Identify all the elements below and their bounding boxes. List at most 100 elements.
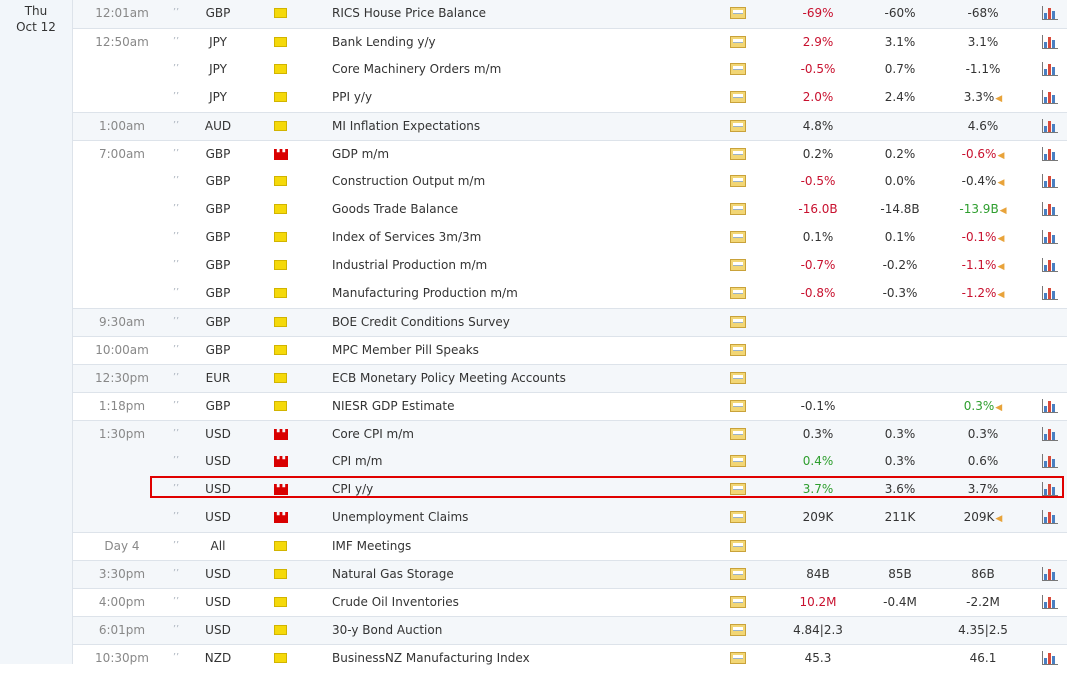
- details-cell[interactable]: [730, 309, 750, 337]
- speaker-icon[interactable]: ’’: [172, 196, 180, 224]
- details-cell[interactable]: [730, 56, 750, 84]
- event-name[interactable]: GDP m/m: [332, 141, 389, 169]
- speaker-icon[interactable]: ’’: [172, 448, 180, 476]
- speaker-icon[interactable]: ’’: [172, 421, 180, 449]
- event-row[interactable]: 1:00am ’’ AUD MI Inflation Expectations 4.8%…: [73, 112, 1067, 140]
- revised-indicator-icon[interactable]: ◀: [997, 151, 1004, 161]
- event-row[interactable]: ’’ JPY Core Machinery Orders m/m -0.5% 0.7% -…: [73, 56, 1067, 84]
- bar-chart-icon[interactable]: [1042, 62, 1058, 76]
- event-row[interactable]: 1:30pm ’’ USD Core CPI m/m 0.3% 0.3% 0.3%: [73, 420, 1067, 448]
- event-row[interactable]: ’’ USD CPI y/y 3.7% 3.6% 3.7%: [73, 476, 1067, 504]
- speaker-icon[interactable]: ’’: [172, 504, 180, 532]
- event-name[interactable]: BusinessNZ Manufacturing Index: [332, 645, 530, 673]
- speaker-icon[interactable]: ’’: [172, 309, 180, 337]
- bar-chart-icon[interactable]: [1042, 595, 1058, 609]
- event-row[interactable]: 10:30pm ’’ NZD BusinessNZ Manufacturing Ind…: [73, 644, 1067, 672]
- folder-details-icon[interactable]: [730, 652, 746, 664]
- revised-indicator-icon[interactable]: ◀: [995, 514, 1002, 524]
- bar-chart-icon[interactable]: [1042, 399, 1058, 413]
- folder-details-icon[interactable]: [730, 568, 746, 580]
- folder-details-icon[interactable]: [730, 596, 746, 608]
- bar-chart-icon[interactable]: [1042, 258, 1058, 272]
- event-name[interactable]: Crude Oil Inventories: [332, 589, 459, 617]
- bar-chart-icon[interactable]: [1042, 651, 1058, 665]
- event-name[interactable]: ECB Monetary Policy Meeting Accounts: [332, 365, 566, 393]
- event-name[interactable]: Bank Lending y/y: [332, 29, 436, 57]
- event-row[interactable]: ’’ GBP Goods Trade Balance -16.0B -14.8B -13.…: [73, 196, 1067, 224]
- details-cell[interactable]: [730, 617, 750, 645]
- chart-cell[interactable]: [1042, 56, 1060, 84]
- bar-chart-icon[interactable]: [1042, 286, 1058, 300]
- folder-details-icon[interactable]: [730, 63, 746, 75]
- revised-indicator-icon[interactable]: ◀: [997, 234, 1004, 244]
- speaker-icon[interactable]: ’’: [172, 337, 180, 365]
- chart-cell[interactable]: [1042, 561, 1060, 589]
- details-cell[interactable]: [730, 448, 750, 476]
- revised-indicator-icon[interactable]: ◀: [995, 94, 1002, 104]
- speaker-icon[interactable]: ’’: [172, 252, 180, 280]
- folder-details-icon[interactable]: [730, 175, 746, 187]
- event-row[interactable]: ’’ USD Unemployment Claims 209K 211K 209K◀: [73, 504, 1067, 532]
- details-cell[interactable]: [730, 561, 750, 589]
- chart-cell[interactable]: [1042, 196, 1060, 224]
- folder-details-icon[interactable]: [730, 203, 746, 215]
- details-cell[interactable]: [730, 168, 750, 196]
- details-cell[interactable]: [730, 645, 750, 673]
- event-row[interactable]: 7:00am ’’ GBP GDP m/m 0.2% 0.2% -0.6%◀: [73, 140, 1067, 168]
- event-name[interactable]: MPC Member Pill Speaks: [332, 337, 479, 365]
- speaker-icon[interactable]: ’’: [172, 0, 180, 28]
- event-name[interactable]: Natural Gas Storage: [332, 561, 454, 589]
- details-cell[interactable]: [730, 589, 750, 617]
- folder-details-icon[interactable]: [730, 120, 746, 132]
- revised-indicator-icon[interactable]: ◀: [997, 262, 1004, 272]
- details-cell[interactable]: [730, 113, 750, 141]
- event-row[interactable]: 6:01pm ’’ USD 30-y Bond Auction 4.84|2.3 4.35…: [73, 616, 1067, 644]
- folder-details-icon[interactable]: [730, 511, 746, 523]
- speaker-icon[interactable]: ’’: [172, 113, 180, 141]
- revised-indicator-icon[interactable]: ◀: [995, 403, 1002, 413]
- chart-cell[interactable]: [1042, 393, 1060, 421]
- folder-details-icon[interactable]: [730, 231, 746, 243]
- event-row[interactable]: 4:00pm ’’ USD Crude Oil Inventories 10.2M -0.…: [73, 588, 1067, 616]
- bar-chart-icon[interactable]: [1042, 482, 1058, 496]
- event-name[interactable]: CPI m/m: [332, 448, 382, 476]
- event-name[interactable]: Goods Trade Balance: [332, 196, 458, 224]
- chart-cell[interactable]: [1042, 141, 1060, 169]
- folder-details-icon[interactable]: [730, 287, 746, 299]
- details-cell[interactable]: [730, 224, 750, 252]
- bar-chart-icon[interactable]: [1042, 567, 1058, 581]
- event-name[interactable]: 30-y Bond Auction: [332, 617, 442, 645]
- speaker-icon[interactable]: ’’: [172, 84, 180, 112]
- event-row[interactable]: 12:01am ’’ GBP RICS House Price Balance -69%…: [73, 0, 1067, 28]
- chart-cell[interactable]: [1042, 448, 1060, 476]
- speaker-icon[interactable]: ’’: [172, 224, 180, 252]
- event-row[interactable]: 12:50am ’’ JPY Bank Lending y/y 2.9% 3.1% 3.1%: [73, 28, 1067, 56]
- speaker-icon[interactable]: ’’: [172, 617, 180, 645]
- speaker-icon[interactable]: ’’: [172, 533, 180, 561]
- folder-details-icon[interactable]: [730, 483, 746, 495]
- chart-cell[interactable]: [1042, 504, 1060, 532]
- speaker-icon[interactable]: ’’: [172, 561, 180, 589]
- chart-cell[interactable]: [1042, 113, 1060, 141]
- event-name[interactable]: IMF Meetings: [332, 533, 411, 561]
- event-name[interactable]: Core CPI m/m: [332, 421, 414, 449]
- event-name[interactable]: Core Machinery Orders m/m: [332, 56, 501, 84]
- chart-cell[interactable]: [1042, 476, 1060, 504]
- speaker-icon[interactable]: ’’: [172, 645, 180, 673]
- chart-cell[interactable]: [1042, 645, 1060, 673]
- details-cell[interactable]: [730, 280, 750, 308]
- event-name[interactable]: RICS House Price Balance: [332, 0, 486, 28]
- event-name[interactable]: Construction Output m/m: [332, 168, 485, 196]
- details-cell[interactable]: [730, 196, 750, 224]
- chart-cell[interactable]: [1042, 29, 1060, 57]
- chart-cell[interactable]: [1042, 84, 1060, 112]
- folder-details-icon[interactable]: [730, 259, 746, 271]
- event-row[interactable]: ’’ GBP Construction Output m/m -0.5% 0.0% -0.…: [73, 168, 1067, 196]
- event-row[interactable]: ’’ GBP Index of Services 3m/3m 0.1% 0.1% -0.1…: [73, 224, 1067, 252]
- details-cell[interactable]: [730, 393, 750, 421]
- revised-indicator-icon[interactable]: ◀: [997, 290, 1004, 300]
- bar-chart-icon[interactable]: [1042, 174, 1058, 188]
- folder-details-icon[interactable]: [730, 36, 746, 48]
- bar-chart-icon[interactable]: [1042, 427, 1058, 441]
- details-cell[interactable]: [730, 0, 750, 28]
